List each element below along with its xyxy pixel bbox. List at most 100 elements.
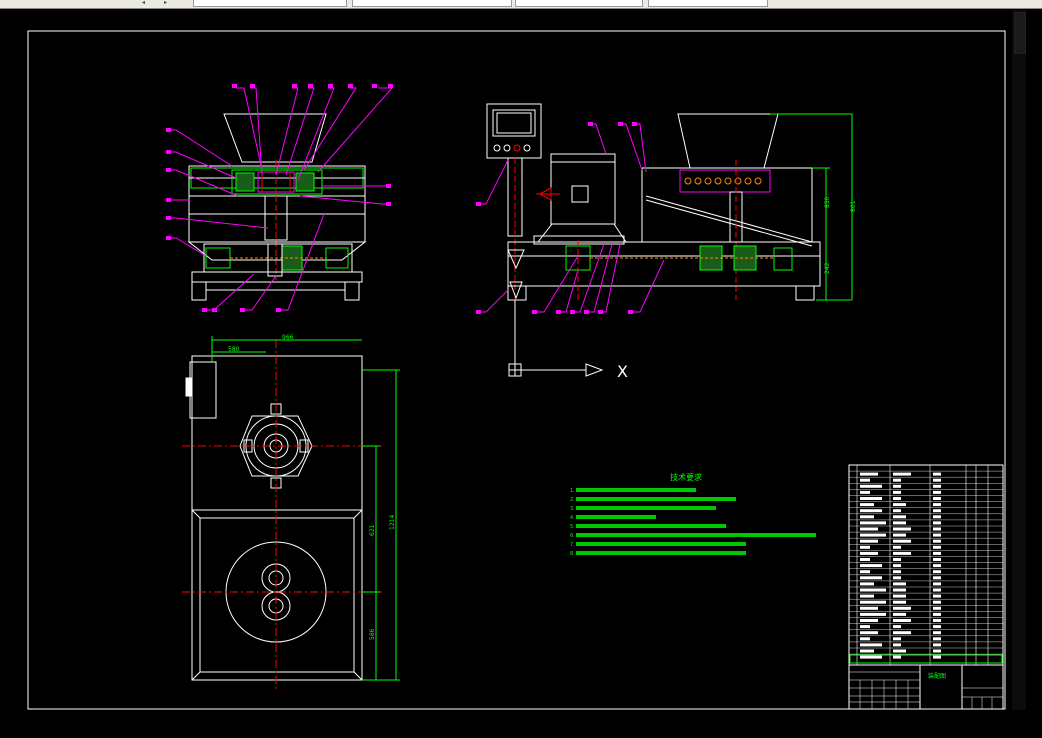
cad-drawing-canvas[interactable]: 850 242 801 X 966 580 621 1214 586 技术要求 … [0, 0, 1042, 738]
title-block-name: 装配图 [928, 672, 946, 680]
parts-list-cell-text [893, 637, 901, 641]
parts-list-cell-text [933, 637, 941, 641]
plan-lower-body [191, 509, 363, 681]
parts-list-cell-text [933, 564, 941, 568]
parts-list-cell-text [933, 582, 941, 586]
parts-list-cell-text [933, 594, 941, 598]
parts-list-cell-text [893, 497, 901, 500]
parts-list-cell-text [893, 521, 906, 525]
parts-list-cell-text [860, 655, 882, 659]
parts-list-cell-text [860, 497, 882, 500]
parts-list-cell-text [933, 490, 941, 494]
parts-list-cell-text [860, 539, 878, 543]
ucs-x-label: X [617, 362, 628, 381]
parts-list-cell-text [893, 490, 901, 494]
front-hopper [223, 113, 327, 163]
plan-upper-body [191, 355, 363, 511]
technical-requirements: 技术要求 1. 2. 3. 4. 5. 6. 7. 8. [570, 472, 816, 557]
parts-list-cell-text [860, 637, 870, 641]
parts-list-cell-text [860, 600, 886, 604]
parts-list-cell-text [893, 612, 906, 616]
parts-list-cell-text [893, 472, 911, 476]
parts-list-cell-text [860, 643, 882, 647]
tech-req-line-number: 1. [570, 488, 575, 494]
parts-list-cell-text [933, 619, 941, 622]
parts-list-cell-text [860, 484, 882, 488]
parts-list-cell-text [860, 503, 874, 507]
parts-list-cell-text [933, 600, 941, 604]
tech-req-line-text [576, 488, 696, 492]
parts-list-cell-text [893, 588, 906, 592]
parts-list-cell-text [893, 619, 911, 622]
parts-list-cell-text [860, 490, 870, 494]
parts-list-cell-text [860, 509, 882, 513]
parts-list-cell-text [933, 527, 941, 531]
parts-list-cell-text [860, 533, 886, 537]
parts-list-cell-text [860, 606, 878, 610]
parts-list-cell-text [860, 576, 882, 580]
tech-req-line-number: 3. [570, 506, 575, 512]
front-upper-housing [188, 165, 366, 243]
parts-list-cell-text [933, 558, 941, 561]
side-trough [641, 167, 813, 243]
front-leader-lines [170, 87, 394, 311]
parts-list-cell-text [933, 545, 941, 549]
parts-list-cell-text [933, 649, 941, 653]
parts-list-cell-text [933, 643, 941, 647]
parts-list-cell-text [893, 545, 901, 549]
parts-list-cell-text [933, 606, 941, 610]
parts-list-cell-text [933, 533, 941, 537]
parts-list-cell-text [860, 472, 878, 476]
front-lower-funnel [187, 241, 367, 261]
side-hopper [677, 113, 779, 169]
dim-height-upper: 850 [824, 196, 831, 208]
tech-req-line-text [576, 524, 726, 528]
front-base-frame [191, 271, 363, 283]
parts-list-cell-text [893, 533, 906, 537]
dim-height-total: 801 [850, 200, 857, 212]
parts-list-cell-text [860, 564, 882, 568]
tech-req-lines: 1. 2. 3. 4. 5. 6. 7. 8. [570, 488, 816, 557]
tech-req-line-text [576, 551, 746, 555]
parts-list-cell-text [893, 551, 911, 555]
front-view [166, 84, 394, 312]
parts-list-cell-text [893, 478, 901, 482]
dim-plan-total: 1214 [389, 515, 396, 530]
parts-list-cell-text [860, 521, 886, 525]
control-panel-screen [492, 109, 536, 137]
parts-list-cell-text [933, 478, 941, 482]
parts-list-cell-text [893, 582, 906, 586]
parts-list-cell-text [893, 631, 911, 635]
parts-list-cell-text [933, 515, 941, 519]
side-dimension-lines [770, 113, 853, 301]
parts-list-cell-text [933, 588, 941, 592]
parts-list-cell-text [933, 497, 941, 500]
tech-req-line-text [576, 515, 656, 519]
parts-list-cell-text [893, 564, 901, 568]
dim-plan-lower: 586 [369, 628, 376, 640]
parts-list-cell-text [933, 484, 941, 488]
parts-list-cell-text [860, 619, 878, 622]
parts-list-cell-text [860, 558, 870, 561]
plan-view: 966 580 621 1214 586 [182, 334, 400, 690]
dim-height-lower: 242 [824, 262, 831, 274]
parts-list-cell-text [893, 625, 901, 629]
dim-plan-upper: 621 [369, 524, 376, 536]
side-view: 850 242 801 [476, 103, 857, 314]
parts-list-cell-text [933, 576, 941, 580]
parts-list-cell-text [893, 606, 911, 610]
parts-list-cell-text [860, 625, 870, 629]
tech-req-line-text [576, 506, 716, 510]
front-balloon-marks [166, 84, 393, 312]
title-block: 装配图 [848, 464, 1004, 710]
tech-req-line-text [576, 497, 736, 501]
parts-list-cell-text [860, 588, 886, 592]
parts-list-cell-text [860, 527, 878, 531]
parts-list-cell-text [893, 527, 911, 531]
parts-list-cell-text [860, 478, 870, 482]
tech-req-line-number: 4. [570, 515, 575, 521]
parts-list-cell-text [893, 576, 901, 580]
parts-list-cell-text [860, 631, 878, 635]
parts-list-cell-text [860, 570, 870, 574]
parts-list-cell-text [893, 509, 901, 513]
